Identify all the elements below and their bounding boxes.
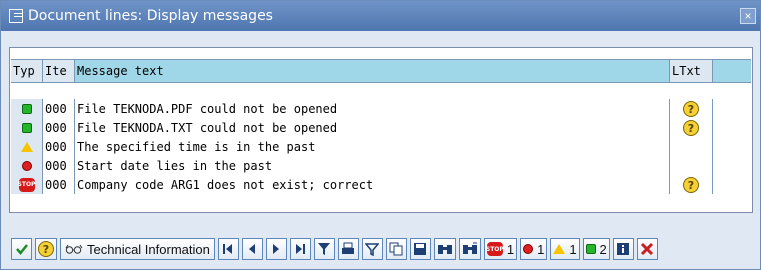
print-icon <box>341 242 355 256</box>
header-ltxt[interactable]: LTxt <box>670 60 713 82</box>
continue-button[interactable] <box>11 238 32 260</box>
copy-icon <box>389 242 403 256</box>
error-messages-filter[interactable]: 1 <box>520 238 548 260</box>
table-header: Typ Ite Message text LTxt <box>11 59 751 83</box>
error-bug-icon <box>523 244 534 254</box>
dialog-title: Document lines: Display messages <box>28 8 273 24</box>
warning-triangle-icon <box>20 141 33 152</box>
dialog-titlebar: Document lines: Display messages × <box>1 1 760 31</box>
filter-button[interactable] <box>313 238 335 260</box>
item-cell: 000 <box>43 175 75 194</box>
green-square-icon <box>585 244 596 254</box>
help-button[interactable]: ? <box>35 238 57 260</box>
binoculars-icon <box>437 242 453 256</box>
stop-messages-filter[interactable]: STOP 1 <box>483 238 518 260</box>
item-cell: 000 <box>43 118 75 137</box>
info-messages-filter[interactable]: 2 <box>582 238 610 260</box>
set-filter-button[interactable] <box>361 238 383 260</box>
copy-button[interactable] <box>385 238 407 260</box>
info-icon <box>616 242 630 256</box>
filter-icon <box>317 242 331 256</box>
previous-page-icon <box>246 243 258 255</box>
info-count: 2 <box>599 241 607 257</box>
message-cell: File TEKNODA.TXT could not be opened <box>75 118 670 137</box>
technical-information-label: Technical Information <box>87 241 210 257</box>
previous-page-button[interactable] <box>241 238 263 260</box>
header-typ[interactable]: Typ <box>11 60 43 82</box>
green-square-icon <box>21 122 32 133</box>
stop-count: 1 <box>506 241 515 257</box>
table-row[interactable]: 000 Start date lies in the past <box>11 156 751 175</box>
save-icon <box>413 242 427 256</box>
table-row[interactable]: 000 File TEKNODA.PDF could not be opened… <box>11 99 751 118</box>
next-page-icon <box>270 243 282 255</box>
header-message-text[interactable]: Message text <box>75 60 670 82</box>
next-page-button[interactable] <box>265 238 287 260</box>
information-button[interactable] <box>612 238 634 260</box>
table-row[interactable]: 000 File TEKNODA.TXT could not be opened… <box>11 118 751 137</box>
binoculars-next-icon <box>462 242 478 256</box>
message-cell: File TEKNODA.PDF could not be opened <box>75 99 670 118</box>
error-bug-icon <box>21 160 32 171</box>
first-page-icon <box>222 243 234 255</box>
table-gap <box>11 83 751 99</box>
item-cell: 000 <box>43 137 75 156</box>
help-icon[interactable]: ? <box>683 119 699 136</box>
table-row[interactable]: STOP 000 Company code ARG1 does not exis… <box>11 175 751 194</box>
message-dialog: Document lines: Display messages × Typ I… <box>0 0 761 270</box>
warning-count: 1 <box>569 241 577 257</box>
green-square-icon <box>21 103 32 114</box>
stop-sign-icon: STOP <box>486 242 504 256</box>
table-row[interactable]: 000 The specified time is in the past <box>11 137 751 156</box>
messages-panel: Typ Ite Message text LTxt 000 File TEKNO… <box>9 47 753 213</box>
technical-information-button[interactable]: Technical Information <box>60 238 215 260</box>
help-icon[interactable]: ? <box>683 100 699 117</box>
help-icon[interactable]: ? <box>683 176 699 193</box>
error-count: 1 <box>537 241 545 257</box>
header-item[interactable]: Ite <box>43 60 75 82</box>
document-icon <box>9 9 23 23</box>
message-cell: Start date lies in the past <box>75 156 670 175</box>
print-button[interactable] <box>337 238 359 260</box>
dialog-toolbar: ? Technical Information STOP 1 1 1 2 <box>11 238 658 260</box>
stop-sign-icon: STOP <box>18 177 35 192</box>
glasses-icon <box>65 243 83 255</box>
message-cell: The specified time is in the past <box>75 137 670 156</box>
warning-triangle-icon <box>553 244 566 254</box>
item-cell: 000 <box>43 99 75 118</box>
funnel-icon <box>365 242 380 256</box>
cancel-button[interactable] <box>636 238 658 260</box>
close-button[interactable]: × <box>740 8 756 24</box>
save-button[interactable] <box>409 238 431 260</box>
messages-table: Typ Ite Message text LTxt 000 File TEKNO… <box>11 59 751 194</box>
last-page-button[interactable] <box>289 238 311 260</box>
check-icon <box>15 242 29 256</box>
find-button[interactable] <box>433 238 456 260</box>
find-next-button[interactable] <box>458 238 481 260</box>
warning-messages-filter[interactable]: 1 <box>550 238 580 260</box>
message-cell: Company code ARG1 does not exist; correc… <box>75 175 670 194</box>
cancel-icon <box>640 242 654 256</box>
last-page-icon <box>294 243 306 255</box>
item-cell: 000 <box>43 156 75 175</box>
first-page-button[interactable] <box>217 238 239 260</box>
help-icon: ? <box>38 241 54 257</box>
